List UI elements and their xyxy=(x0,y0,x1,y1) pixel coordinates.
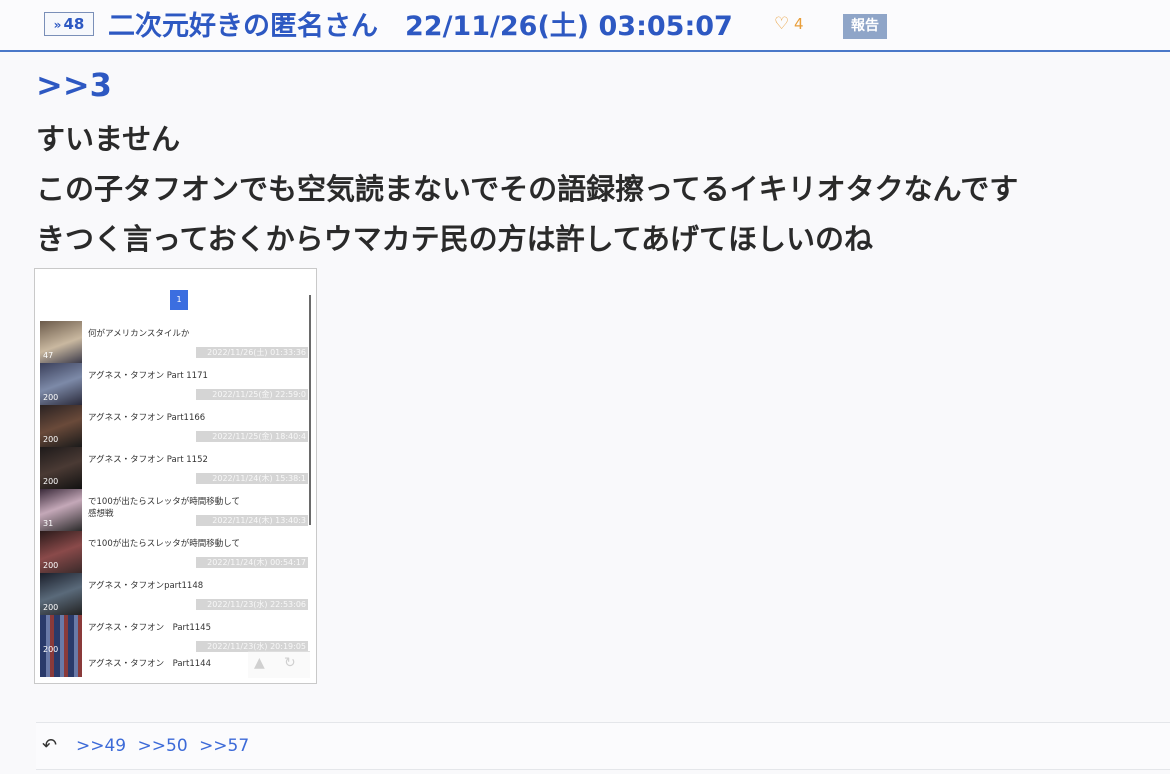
res-number-button[interactable]: » 48 xyxy=(44,12,94,36)
res-number: 48 xyxy=(63,15,85,33)
thread-title: アグネス・タフオン Part 1152 xyxy=(88,455,208,465)
attached-image[interactable]: 1 47 何がアメリカンスタイルか 2022/11/26(土) 01:33:36… xyxy=(34,268,317,684)
thread-date: 2022/11/25(金) 22:59:0 xyxy=(196,389,308,400)
thread-date: 2022/11/23(水) 22:53:06 xyxy=(196,599,308,610)
thread-title: アグネス・タフオンpart1148 xyxy=(88,581,204,591)
post-line: この子タフオンでも空気読まないでその語録擦ってるイキリオタクなんです xyxy=(36,172,1019,206)
thread-date: 2022/11/24(木) 13:40:3 xyxy=(196,515,308,526)
post-header: » 48 二次元好きの匿名さん 22/11/26(土) 03:05:07 ♡ 4 … xyxy=(0,0,1170,52)
screenshot-content: 1 47 何がアメリカンスタイルか 2022/11/26(土) 01:33:36… xyxy=(40,277,311,678)
reply-link[interactable]: >>50 xyxy=(138,736,188,756)
thread-title: アグネス・タフオン Part1145 xyxy=(88,623,211,633)
thread-date: 2022/11/24(木) 15:38:1 xyxy=(196,473,308,484)
thread-thumbnail xyxy=(40,655,82,677)
author-name[interactable]: 二次元好きの匿名さん xyxy=(108,4,378,43)
thread-count: 200 xyxy=(43,645,59,654)
thread-title: で100が出たらスレッタが時間移動して xyxy=(88,497,240,507)
thread-row: 200 アグネス・タフオン Part 1171 2022/11/25(金) 22… xyxy=(40,363,308,405)
thread-count: 200 xyxy=(43,393,59,402)
scrollbar xyxy=(309,295,311,525)
scroll-up-icon: ▲ xyxy=(254,655,265,671)
thread-row: 200 で100が出たらスレッタが時間移動して 2022/11/24(木) 00… xyxy=(40,531,308,573)
like-button[interactable]: ♡ 4 xyxy=(774,14,804,34)
reply-icon[interactable]: ↶ xyxy=(42,735,57,756)
reply-link[interactable]: >>57 xyxy=(199,736,249,756)
thread-row: 47 何がアメリカンスタイルか 2022/11/26(土) 01:33:36 xyxy=(40,321,308,363)
page-number: 1 xyxy=(170,290,188,310)
thread-title: 何がアメリカンスタイルか xyxy=(88,329,190,339)
heart-icon: ♡ xyxy=(774,14,790,34)
thread-row: 200 アグネス・タフオンpart1148 2022/11/23(水) 22:5… xyxy=(40,573,308,615)
thread-title: アグネス・タフオン Part1144 xyxy=(88,659,211,669)
thread-row: 31 で100が出たらスレッタが時間移動して 感想戦 2022/11/24(木)… xyxy=(40,489,308,531)
thread-count: 31 xyxy=(43,519,54,528)
replies-bar: ↶ >>49 >>50 >>57 xyxy=(36,722,1170,770)
thread-title: アグネス・タフオン Part 1171 xyxy=(88,371,208,381)
thread-count: 200 xyxy=(43,561,59,570)
thread-title-line2: 感想戦 xyxy=(88,509,114,519)
post-datetime: 22/11/26(土) 03:05:07 xyxy=(405,11,733,42)
thread-row: 200 アグネス・タフオン Part1166 2022/11/25(金) 18:… xyxy=(40,405,308,447)
anchor-link[interactable]: >>3 xyxy=(36,66,112,104)
reply-links: >>49 >>50 >>57 xyxy=(76,736,255,756)
like-count: 4 xyxy=(794,15,804,33)
report-button[interactable]: 報告 xyxy=(843,14,887,39)
thread-count: 200 xyxy=(43,603,59,612)
thread-row: 200 アグネス・タフオン Part 1152 2022/11/24(木) 15… xyxy=(40,447,308,489)
thread-title: アグネス・タフオン Part1166 xyxy=(88,413,206,423)
thread-date: 2022/11/26(土) 01:33:36 xyxy=(196,347,308,358)
thumbnail-toolbar: ▲ ↻ xyxy=(248,651,310,678)
thread-count: 200 xyxy=(43,435,59,444)
post-line: きつく言っておくからウマカテ民の方は許してあげてほしいのね xyxy=(36,222,873,256)
thread-date: 2022/11/24(木) 00:54:17 xyxy=(196,557,308,568)
thread-title: で100が出たらスレッタが時間移動して xyxy=(88,539,240,549)
refresh-icon: ↻ xyxy=(284,655,296,671)
thread-count: 47 xyxy=(43,351,54,360)
reply-link[interactable]: >>49 xyxy=(76,736,126,756)
post-line: すいません xyxy=(36,122,181,156)
thread-count: 200 xyxy=(43,477,59,486)
double-arrow-icon: » xyxy=(53,18,62,32)
thread-date: 2022/11/25(金) 18:40:4 xyxy=(196,431,308,442)
